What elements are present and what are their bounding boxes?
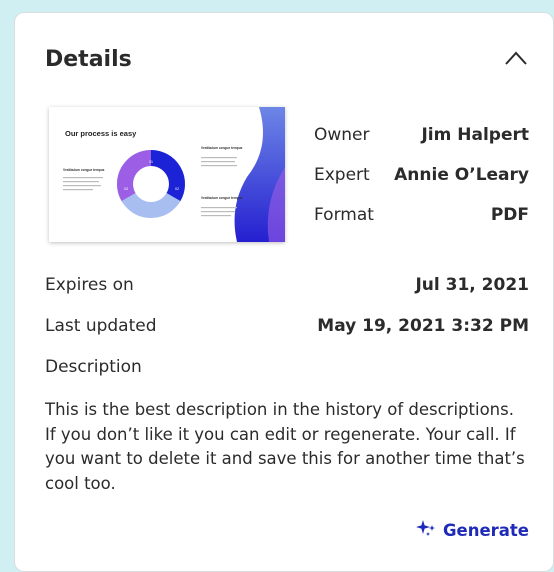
description-text: This is the best description in the hist… [45, 398, 535, 496]
format-label: Format [314, 205, 374, 225]
sparkle-icon [415, 518, 437, 542]
format-value: PDF [490, 205, 529, 225]
description-line: you want to delete it and save this for … [45, 449, 525, 468]
details-panel: Details Our process is easy 01 02 03 Ves… [14, 12, 554, 572]
expires-label: Expires on [45, 275, 134, 295]
slide-caption-left: Vestibulum congue tempus [63, 168, 105, 172]
generate-label: Generate [442, 520, 529, 540]
owner-value: Jim Halpert [421, 125, 529, 145]
panel-title: Details [45, 47, 132, 72]
slide-heading: Our process is easy [65, 129, 137, 138]
description-line: If you don’t like it you can edit or reg… [45, 424, 516, 444]
description-label: Description [45, 357, 142, 377]
description-line: This is the best description in the hist… [45, 400, 514, 419]
owner-label: Owner [314, 125, 370, 145]
slide-step-3: 03 [124, 187, 128, 191]
slide-step-2: 02 [175, 187, 179, 191]
generate-button[interactable]: Generate [415, 518, 529, 542]
last-updated-value: May 19, 2021 3:32 PM [317, 316, 529, 336]
expert-value: Annie O’Leary [394, 165, 529, 185]
slide-step-1: 01 [149, 160, 153, 164]
last-updated-label: Last updated [45, 316, 157, 336]
slide-caption-right-2: Vestibulum congue tempus [201, 196, 243, 200]
expires-value: Jul 31, 2021 [415, 275, 529, 295]
chevron-up-icon[interactable] [503, 49, 529, 67]
description-line: cool too. [45, 473, 116, 493]
document-thumbnail[interactable]: Our process is easy 01 02 03 Vestibulum … [49, 107, 285, 242]
slide-caption-right-1: Vestibulum congue tempus [201, 146, 243, 150]
expert-label: Expert [314, 165, 370, 185]
